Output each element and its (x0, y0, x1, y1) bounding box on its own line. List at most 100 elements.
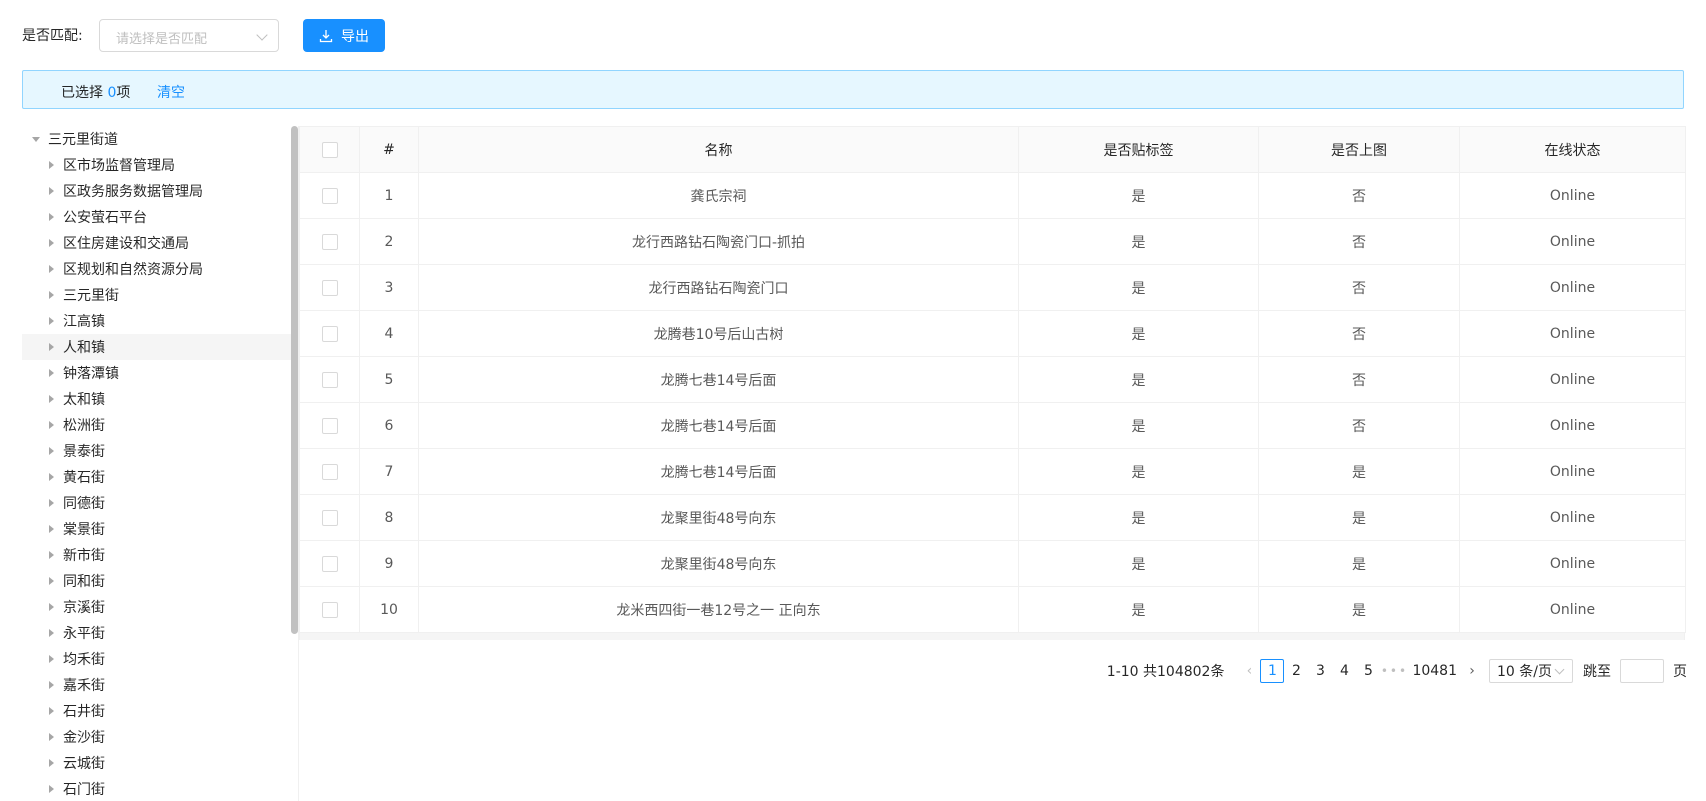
row-select-cell[interactable] (299, 540, 360, 587)
page-item-4[interactable]: 4 (1332, 659, 1356, 683)
tree-node[interactable]: 人和镇 (22, 334, 292, 360)
row-checkbox[interactable] (321, 279, 338, 296)
caret-right-icon[interactable] (49, 317, 54, 325)
next-page-icon[interactable]: › (1461, 659, 1483, 683)
table-row[interactable]: 7 龙腾七巷14号后面是是 Online (299, 448, 1686, 495)
tree-node[interactable]: 景泰街 (22, 438, 292, 464)
row-select-cell[interactable] (299, 264, 360, 311)
row-select-cell[interactable] (299, 586, 360, 633)
page-item-5[interactable]: 5 (1356, 659, 1380, 683)
page-item-1[interactable]: 1 (1260, 659, 1285, 683)
row-select-cell[interactable] (299, 402, 360, 449)
table-row[interactable]: 4 龙腾巷10号后山古树是否 Online (299, 310, 1686, 357)
table-row[interactable]: 2 龙行西路钻石陶瓷门口-抓拍是否 Online (299, 218, 1686, 265)
table-row[interactable]: 9 龙聚里街48号向东是是 Online (299, 540, 1686, 587)
caret-right-icon[interactable] (49, 265, 54, 273)
caret-right-icon[interactable] (49, 447, 54, 455)
table-row[interactable]: 5 龙腾七巷14号后面是否 Online (299, 356, 1686, 403)
table-row[interactable]: 8 龙聚里街48号向东是是 Online (299, 494, 1686, 541)
page-item-2[interactable]: 2 (1284, 659, 1308, 683)
table-row[interactable]: 3 龙行西路钻石陶瓷门口是否 Online (299, 264, 1686, 311)
row-checkbox[interactable] (321, 371, 338, 388)
tree-node-label: 黄石街 (63, 470, 105, 486)
tree-node[interactable]: 黄石街 (22, 464, 292, 490)
caret-right-icon[interactable] (49, 759, 54, 767)
caret-right-icon[interactable] (49, 681, 54, 689)
match-select[interactable]: 请选择是否匹配 (99, 19, 279, 52)
tree-node[interactable]: 松洲街 (22, 412, 292, 438)
row-checkbox[interactable] (321, 325, 338, 342)
caret-right-icon[interactable] (49, 655, 54, 663)
select-all-checkbox[interactable] (321, 141, 338, 158)
caret-right-icon[interactable] (49, 551, 54, 559)
row-select-cell[interactable] (299, 218, 360, 265)
caret-right-icon[interactable] (49, 239, 54, 247)
row-checkbox[interactable] (321, 555, 338, 572)
table-row[interactable]: 1 龚氏宗祠是否 Online (299, 172, 1686, 219)
tree-node[interactable]: 区市场监督管理局 (22, 152, 292, 178)
tree-node[interactable]: 石门街 (22, 776, 292, 801)
caret-right-icon[interactable] (49, 161, 54, 169)
caret-right-icon[interactable] (49, 525, 54, 533)
page-size-select[interactable]: 10 条/页 (1489, 659, 1573, 683)
page-item-last[interactable]: 10481 (1408, 659, 1461, 683)
tree-node[interactable]: 金沙街 (22, 724, 292, 750)
tree-node[interactable]: 江高镇 (22, 308, 292, 334)
caret-right-icon[interactable] (49, 291, 54, 299)
table-row[interactable]: 10 龙米西四街一巷12号之一 正向东是是 Online (299, 586, 1686, 633)
table-row[interactable]: 6 龙腾七巷14号后面是否 Online (299, 402, 1686, 449)
tree-node[interactable]: 区政务服务数据管理局 (22, 178, 292, 204)
row-checkbox[interactable] (321, 233, 338, 250)
tree-node[interactable]: 均禾街 (22, 646, 292, 672)
tree-node[interactable]: 嘉禾街 (22, 672, 292, 698)
caret-right-icon[interactable] (49, 473, 54, 481)
row-checkbox[interactable] (321, 463, 338, 480)
tree-node[interactable]: 公安萤石平台 (22, 204, 292, 230)
tree-node[interactable]: 永平街 (22, 620, 292, 646)
tree-scrollbar[interactable] (291, 126, 298, 634)
row-select-cell[interactable] (299, 356, 360, 403)
tree-node[interactable]: 石井街 (22, 698, 292, 724)
caret-right-icon[interactable] (49, 603, 54, 611)
row-select-cell[interactable] (299, 310, 360, 357)
select-all-cell[interactable] (299, 126, 360, 173)
clear-selection-link[interactable]: 清空 (157, 82, 185, 102)
page-ellipsis[interactable]: ••• (1380, 664, 1408, 678)
caret-right-icon[interactable] (49, 629, 54, 637)
caret-right-icon[interactable] (49, 369, 54, 377)
caret-right-icon[interactable] (49, 343, 54, 351)
caret-right-icon[interactable] (49, 213, 54, 221)
prev-page-icon[interactable]: ‹ (1238, 659, 1260, 683)
row-select-cell[interactable] (299, 494, 360, 541)
tree-node[interactable]: 钟落潭镇 (22, 360, 292, 386)
tree-node[interactable]: 京溪街 (22, 594, 292, 620)
caret-down-icon[interactable] (32, 136, 40, 142)
caret-right-icon[interactable] (49, 499, 54, 507)
tree-root-node[interactable]: 三元里街道 (22, 126, 292, 152)
row-checkbox[interactable] (321, 417, 338, 434)
tree-node[interactable]: 同和街 (22, 568, 292, 594)
tree-node[interactable]: 区住房建设和交通局 (22, 230, 292, 256)
caret-right-icon[interactable] (49, 733, 54, 741)
row-checkbox[interactable] (321, 187, 338, 204)
row-select-cell[interactable] (299, 172, 360, 219)
row-checkbox[interactable] (321, 509, 338, 526)
caret-right-icon[interactable] (49, 707, 54, 715)
caret-right-icon[interactable] (49, 187, 54, 195)
tree-node[interactable]: 区规划和自然资源分局 (22, 256, 292, 282)
tree-node[interactable]: 同德街 (22, 490, 292, 516)
row-checkbox[interactable] (321, 601, 338, 618)
tree-node[interactable]: 棠景街 (22, 516, 292, 542)
tree-node[interactable]: 新市街 (22, 542, 292, 568)
caret-right-icon[interactable] (49, 421, 54, 429)
caret-right-icon[interactable] (49, 577, 54, 585)
tree-node[interactable]: 太和镇 (22, 386, 292, 412)
row-select-cell[interactable] (299, 448, 360, 495)
caret-right-icon[interactable] (49, 395, 54, 403)
jump-page-input[interactable] (1620, 659, 1664, 683)
export-button[interactable]: 导出 (303, 19, 385, 52)
page-item-3[interactable]: 3 (1308, 659, 1332, 683)
caret-right-icon[interactable] (49, 785, 54, 793)
tree-node[interactable]: 云城街 (22, 750, 292, 776)
tree-node[interactable]: 三元里街 (22, 282, 292, 308)
